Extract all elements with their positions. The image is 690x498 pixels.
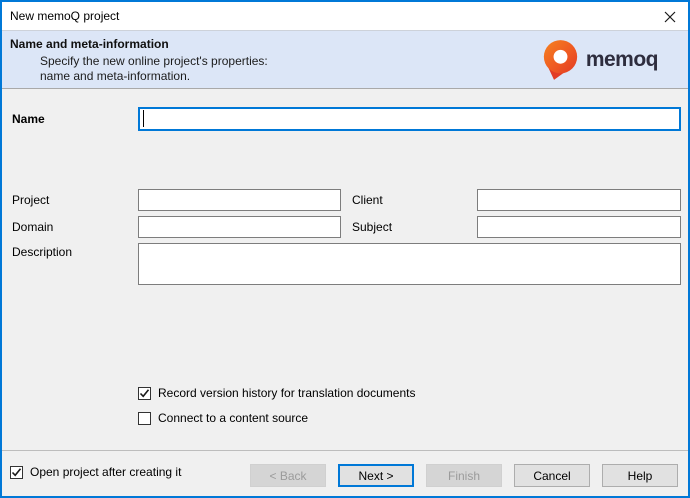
checkbox-connect-content-source[interactable]: Connect to a content source — [138, 411, 308, 425]
client-label: Client — [352, 189, 383, 211]
close-button[interactable] — [657, 5, 683, 28]
checkmark-icon — [139, 388, 150, 399]
memoq-wordmark: memoq — [586, 48, 658, 72]
cancel-button[interactable]: Cancel — [514, 464, 590, 487]
checkbox-label: Open project after creating it — [30, 465, 181, 479]
wizard-step-subtitle-line1: Specify the new online project's propert… — [40, 54, 268, 68]
checkbox-box-unchecked — [138, 412, 151, 425]
domain-label: Domain — [12, 216, 53, 238]
wizard-step-subtitle-line2: name and meta-information. — [40, 69, 190, 83]
checkbox-label: Record version history for translation d… — [158, 386, 415, 400]
description-textarea[interactable] — [138, 243, 681, 285]
checkbox-box-checked — [138, 387, 151, 400]
name-row: Name — [2, 107, 688, 131]
wizard-step-title: Name and meta-information — [10, 37, 169, 51]
client-input[interactable] — [477, 189, 681, 211]
wizard-header: Name and meta-information Specify the ne… — [2, 31, 688, 89]
checkmark-icon — [11, 467, 22, 478]
checkbox-record-version-history[interactable]: Record version history for translation d… — [138, 386, 415, 400]
memoq-logo-icon — [542, 39, 579, 81]
new-memoq-project-dialog: New memoQ project Name and meta-informat… — [0, 0, 690, 498]
description-label: Description — [12, 245, 72, 259]
title-bar[interactable]: New memoQ project — [2, 2, 688, 31]
back-button[interactable]: < Back — [250, 464, 326, 487]
checkbox-label: Connect to a content source — [158, 411, 308, 425]
text-caret — [143, 110, 144, 127]
subject-label: Subject — [352, 216, 392, 238]
memoq-logo: memoq — [542, 39, 658, 81]
domain-subject-row: Domain Subject — [2, 216, 688, 238]
subject-input[interactable] — [477, 216, 681, 238]
project-client-row: Project Client — [2, 189, 688, 211]
footer-bar: Open project after creating it < Back Ne… — [2, 450, 688, 496]
project-input[interactable] — [138, 189, 341, 211]
checkbox-box-checked — [10, 466, 23, 479]
checkbox-open-project-after-creating[interactable]: Open project after creating it — [10, 465, 181, 479]
name-input[interactable] — [138, 107, 681, 131]
window-title: New memoQ project — [10, 2, 119, 31]
domain-input[interactable] — [138, 216, 341, 238]
name-label: Name — [12, 107, 45, 131]
next-button[interactable]: Next > — [338, 464, 414, 487]
help-button[interactable]: Help — [602, 464, 678, 487]
close-icon — [664, 11, 676, 23]
project-label: Project — [12, 189, 49, 211]
finish-button[interactable]: Finish — [426, 464, 502, 487]
